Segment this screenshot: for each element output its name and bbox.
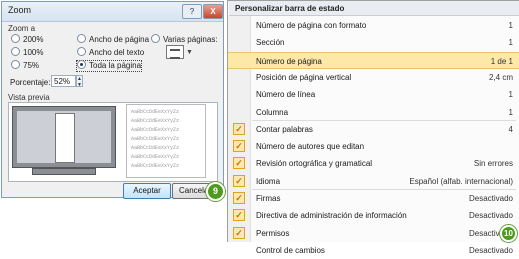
check-icon: ✓	[233, 157, 245, 170]
zoom-dialog: Zoom ? X Zoom a 200% 100% 75% Ancho de p…	[1, 1, 224, 199]
check-icon: ✓	[233, 192, 245, 204]
sample-line: AaBbCcDdEeXxYyZz	[131, 154, 180, 160]
callout-badge-10: 10	[500, 225, 517, 242]
radio-many-pages-label: Varias páginas:	[163, 35, 218, 44]
check-icon: ✓	[233, 140, 245, 153]
radio-75-label: 75%	[23, 61, 40, 70]
monitor-stand	[32, 168, 96, 175]
menu-item[interactable]: Posición de página vertical 2,4 cm	[228, 69, 519, 86]
zoom-group-label: Zoom a	[8, 24, 36, 33]
menu-item-value: Español (alfab. internacional)	[409, 176, 513, 186]
sample-line: AaBbCcDdEeXxYyZz	[131, 118, 180, 124]
menu-title: Personalizar barra de estado	[229, 1, 519, 16]
sample-line: AaBbCcDdEeXxYyZz	[131, 127, 180, 133]
menu-item-label: Número de página	[256, 56, 322, 66]
radio-many-pages-control[interactable]	[151, 34, 160, 44]
help-icon[interactable]: ?	[182, 4, 202, 19]
preview-label: Vista previa	[8, 93, 50, 102]
radio-200-label: 200%	[23, 35, 44, 44]
menu-item-label: Idioma	[256, 176, 281, 186]
menu-item-value: 4	[508, 124, 513, 134]
menu-item-value: Sin errores	[473, 159, 513, 169]
check-icon: ✓	[233, 174, 245, 187]
dialog-title: Zoom	[8, 5, 32, 15]
many-pages-icon[interactable]	[166, 45, 184, 59]
radio-page-width-control[interactable]	[77, 34, 86, 44]
menu-item-value: 1 de 1	[490, 56, 513, 66]
menu-item[interactable]: Control de cambios Desactivado	[228, 242, 519, 259]
radio-whole-page-label: Toda la página	[89, 61, 142, 70]
menu-item-label: Número de página con formato	[256, 21, 367, 30]
menu-item-value: 1	[508, 38, 513, 48]
menu-item[interactable]: ✓ Revisión ortográfica y gramatical Sin er…	[228, 155, 519, 172]
percent-input[interactable]: 52%	[51, 75, 76, 87]
menu-item[interactable]: Columna 1	[228, 104, 519, 121]
menu-item-value: Desactivado	[468, 211, 513, 221]
percent-spinner[interactable]: ▲ ▼	[76, 75, 83, 88]
radio-whole-page[interactable]: Toda la página	[75, 60, 143, 72]
sample-line: AaBbCcDdEeXxYyZz	[131, 163, 180, 169]
menu-item-label: Número de autores que editan	[256, 142, 365, 152]
menu-item-value: 1	[508, 107, 513, 117]
menu-item[interactable]: ✓ Directiva de administración de informac…	[228, 207, 519, 224]
menu-item-label: Sección	[256, 38, 285, 48]
radio-text-width[interactable]: Ancho del texto	[77, 47, 145, 58]
close-icon[interactable]: X	[203, 4, 223, 19]
sample-line: AaBbCcDdEeXxYyZz	[131, 136, 180, 142]
menu-item-value: 1	[508, 90, 513, 100]
radio-75-control[interactable]	[11, 60, 20, 70]
menu-item-label: Directiva de administración de informaci…	[256, 211, 407, 221]
monitor-screen	[17, 111, 111, 163]
menu-item[interactable]: ✓ Permisos Desactivado	[228, 225, 519, 242]
menu-item-label: Número de línea	[256, 90, 316, 100]
dialog-titlebar: Zoom ? X	[2, 2, 223, 22]
check-icon: ✓	[233, 122, 245, 135]
menu-item-label: Control de cambios	[256, 245, 325, 255]
sample-line: AaBbCcDdEeXxYyZz	[131, 109, 180, 115]
menu-item-label: Posición de página vertical	[256, 72, 352, 82]
radio-100-label: 100%	[23, 48, 44, 57]
radio-text-width-label: Ancho del texto	[89, 48, 145, 57]
radio-whole-page-control[interactable]	[77, 60, 86, 70]
menu-item-value: 2,4 cm	[488, 72, 513, 82]
preview-page	[55, 113, 75, 163]
menu-item-label: Contar palabras	[256, 124, 313, 134]
sample-text: AaBbCcDdEeXxYyZz AaBbCcDdEeXxYyZz AaBbCc…	[126, 104, 206, 178]
menu-item-label: Permisos	[256, 228, 290, 238]
callout-badge-9: 9	[206, 182, 225, 201]
menu-item-value: 1	[508, 21, 513, 30]
radio-page-width-label: Ancho de página	[89, 35, 150, 44]
menu-item[interactable]: ✓ Firmas Desactivado	[228, 190, 519, 207]
radio-100-control[interactable]	[11, 47, 20, 57]
menu-item-label: Firmas	[256, 194, 281, 203]
radio-200-control[interactable]	[11, 34, 20, 44]
menu-item[interactable]: Número de página con formato 1	[228, 17, 519, 34]
menu-item-label: Columna	[256, 107, 289, 117]
check-icon: ✓	[233, 226, 245, 239]
menu-item[interactable]: ✓ Contar palabras 4	[228, 121, 519, 138]
menu-item[interactable]: Número de página 1 de 1	[228, 51, 519, 69]
menu-item-value: Desactivado	[468, 245, 513, 255]
menu-item[interactable]: ✓ Idioma Español (alfab. internacional)	[228, 173, 519, 190]
chevron-down-icon[interactable]: ▼	[186, 49, 193, 56]
radio-100[interactable]: 100%	[11, 47, 44, 58]
menu-item-value: Desactivado	[468, 194, 513, 203]
menu-item[interactable]: Sección 1	[228, 34, 519, 51]
menu-item[interactable]: Número de línea 1	[228, 86, 519, 103]
ok-button[interactable]: Aceptar	[123, 183, 171, 199]
radio-200[interactable]: 200%	[11, 34, 44, 45]
menu-item[interactable]: ✓ Número de autores que editan	[228, 138, 519, 155]
radio-text-width-control[interactable]	[77, 47, 86, 57]
radio-page-width[interactable]: Ancho de página	[77, 34, 150, 45]
percent-label: Porcentaje:	[10, 78, 51, 87]
radio-many-pages[interactable]: Varias páginas:	[151, 34, 218, 45]
monitor-preview-icon	[12, 106, 116, 168]
sample-line: AaBbCcDdEeXxYyZz	[131, 145, 180, 151]
radio-75[interactable]: 75%	[11, 60, 40, 71]
menu-item-label: Revisión ortográfica y gramatical	[256, 159, 373, 169]
check-icon: ✓	[233, 209, 245, 222]
